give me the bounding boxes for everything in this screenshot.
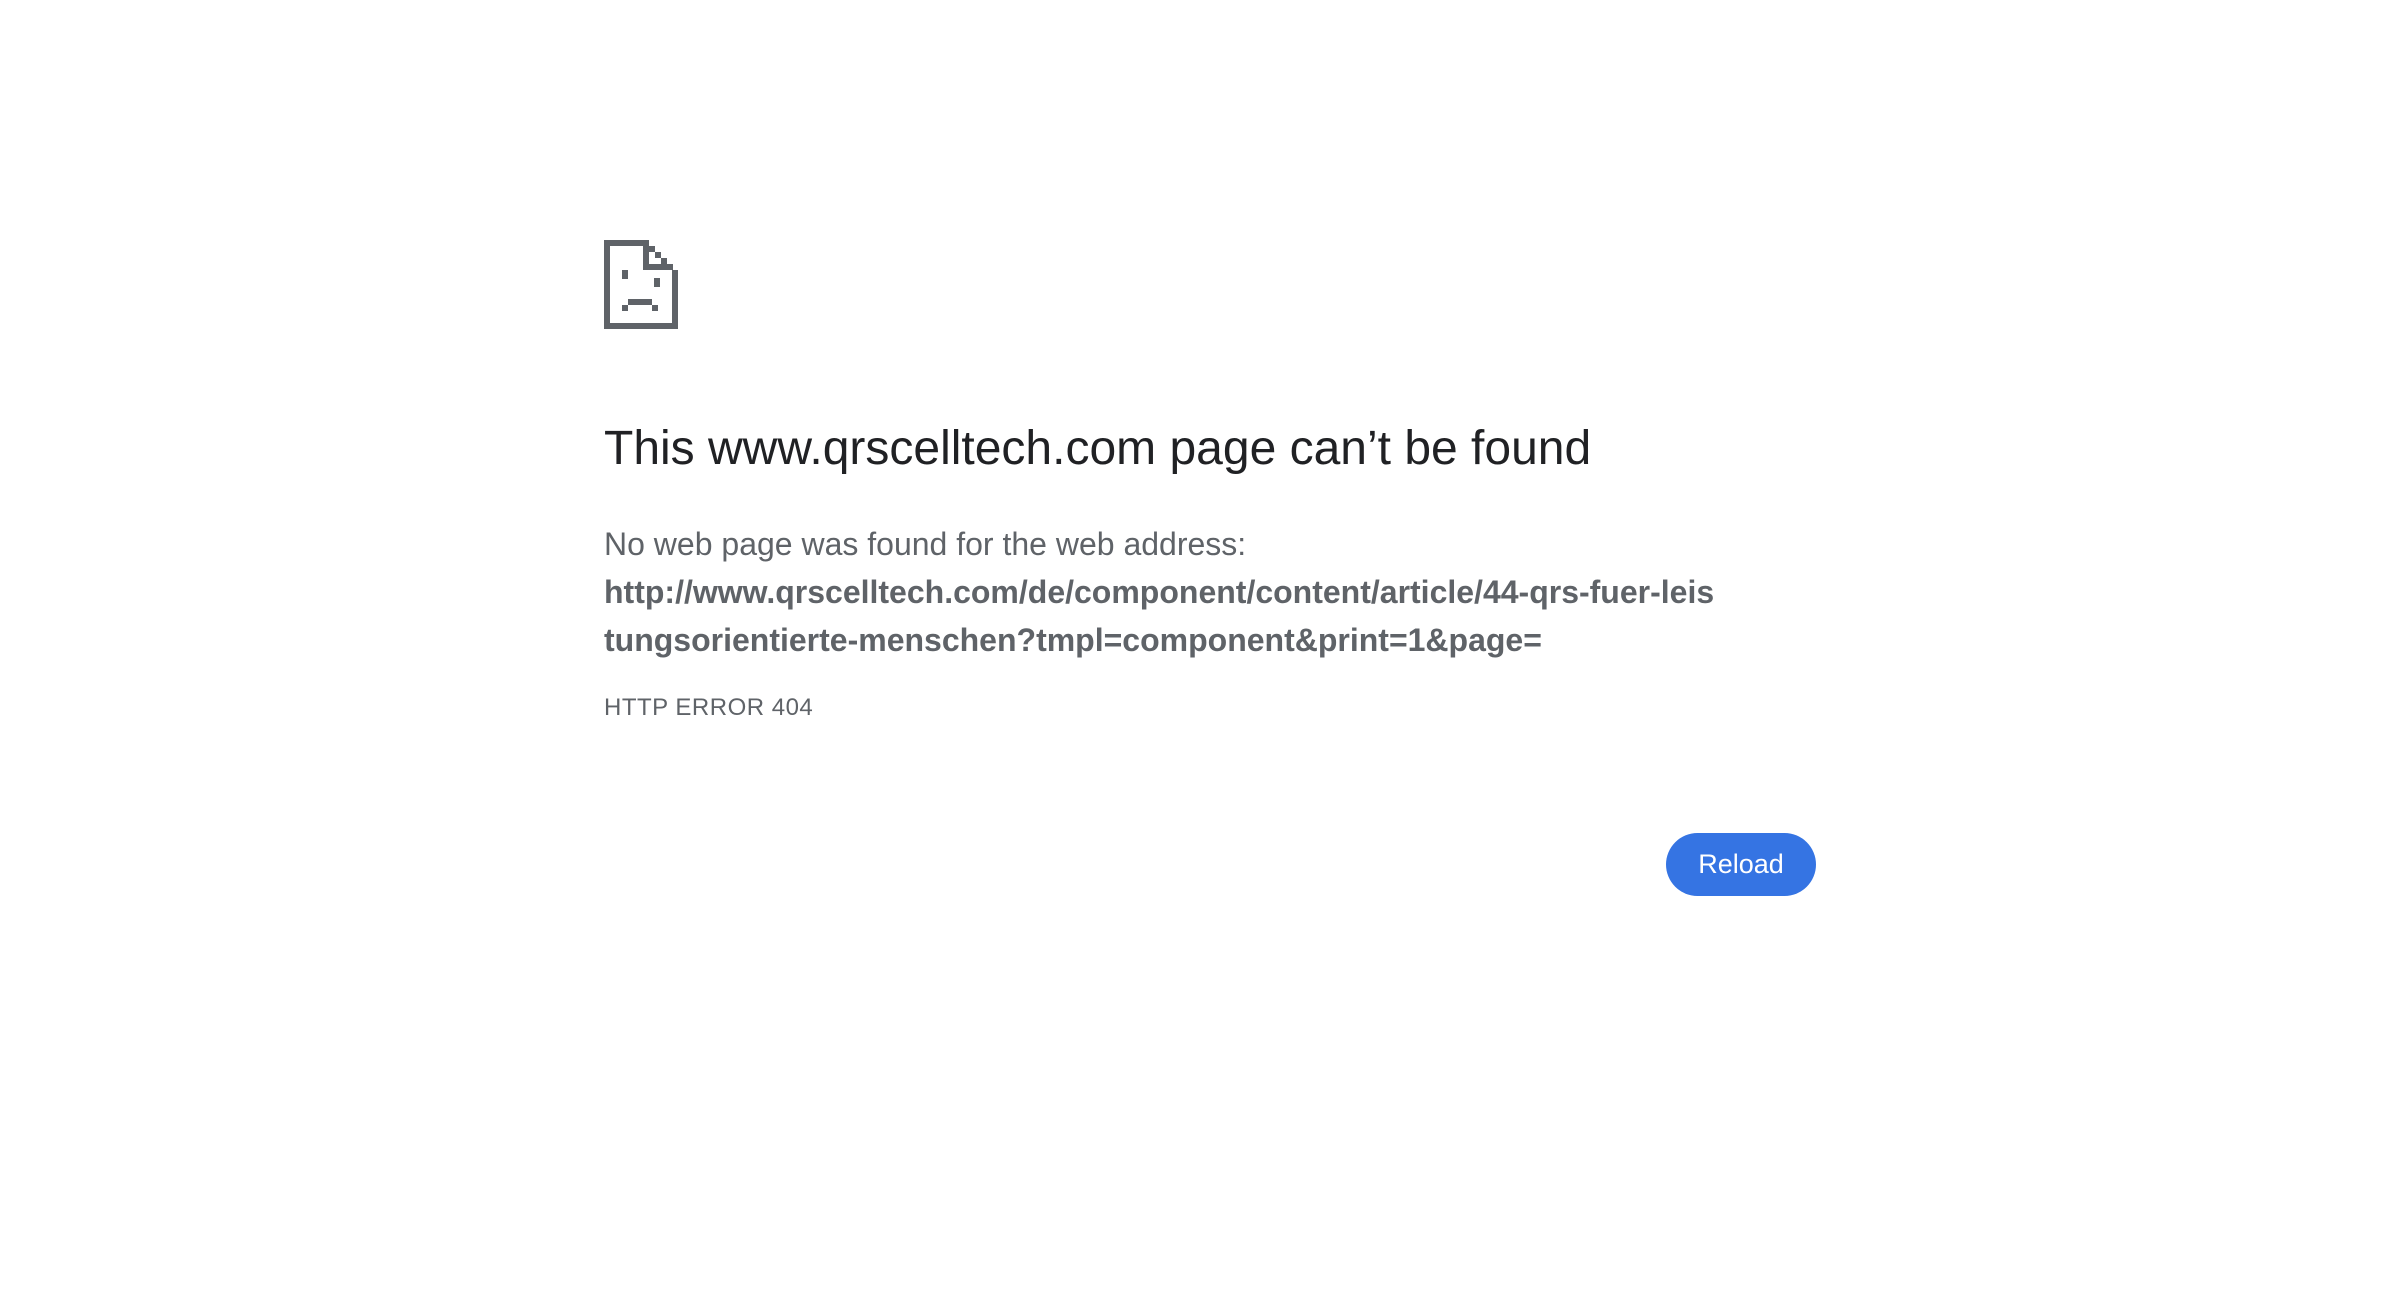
page-title: This www.qrscelltech.com page can’t be f…	[604, 422, 1592, 475]
summary-text: No web page was found for the web addres…	[604, 526, 1247, 562]
requested-url: http://www.qrscelltech.com/de/component/…	[604, 574, 1715, 658]
reload-button[interactable]: Reload	[1666, 833, 1816, 896]
sad-document-icon	[604, 240, 678, 329]
error-code: HTTP ERROR 404	[604, 694, 814, 721]
error-interstitial: This www.qrscelltech.com page can’t be f…	[604, 240, 1816, 896]
error-summary: No web page was found for the web addres…	[604, 520, 1724, 664]
